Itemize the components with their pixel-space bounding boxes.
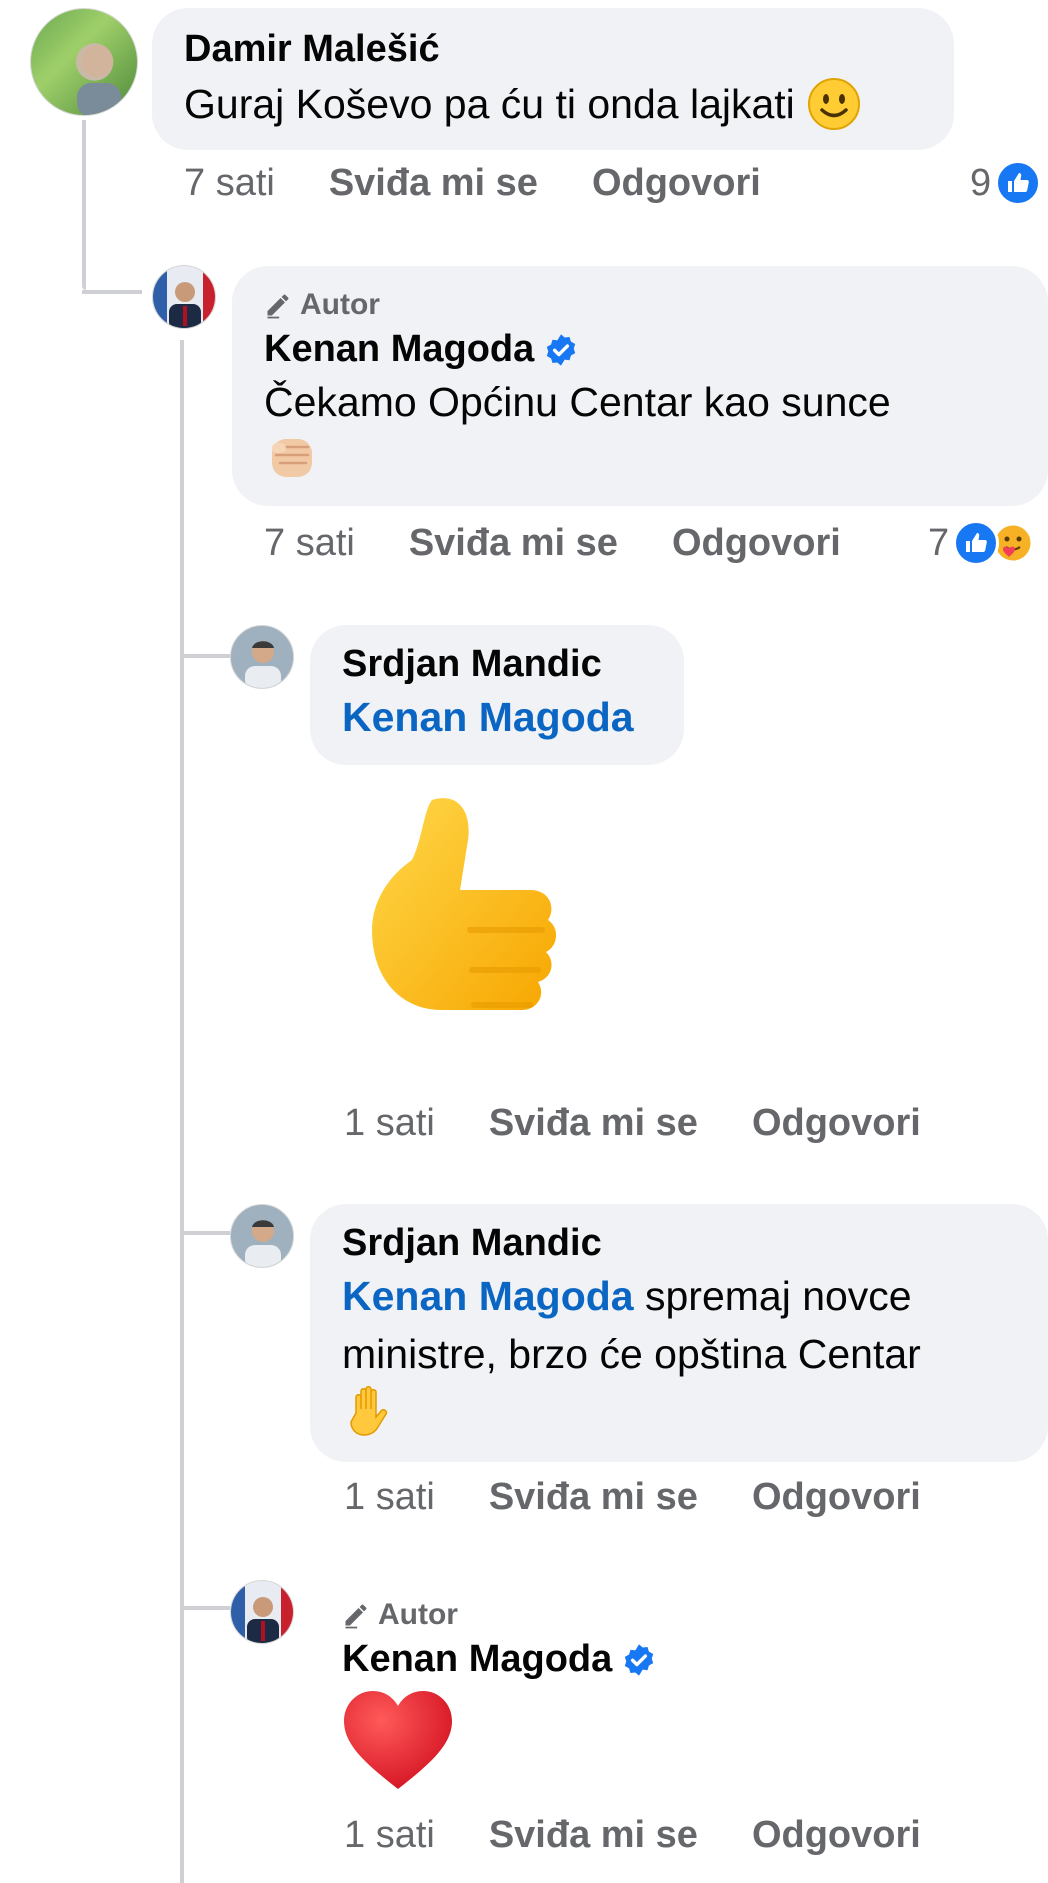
comment-text: Kenan Magoda spremaj novce ministre, brz… bbox=[342, 1273, 921, 1377]
avatar-photo bbox=[231, 1205, 293, 1267]
avatar[interactable] bbox=[152, 265, 216, 329]
like-reaction-icon bbox=[995, 160, 1042, 206]
comment-time[interactable]: 7 sati bbox=[184, 162, 275, 205]
reply-button[interactable]: Odgovori bbox=[592, 162, 761, 205]
avatar-photo bbox=[231, 1581, 293, 1643]
comment-time[interactable]: 1 sati bbox=[344, 1814, 435, 1857]
reply-button[interactable]: Odgovori bbox=[752, 1102, 921, 1145]
comment-bubble: Srdjan Mandic Kenan Magoda bbox=[310, 625, 684, 765]
comment-author[interactable]: Kenan Magoda bbox=[264, 328, 1016, 371]
avatar-photo bbox=[231, 626, 293, 688]
thumbs-up-sticker bbox=[372, 798, 557, 1010]
comment-author[interactable]: Srdjan Mandic bbox=[342, 1222, 1016, 1265]
red-heart-emoji bbox=[344, 1691, 452, 1789]
reaction-summary[interactable]: 9 bbox=[970, 160, 1042, 206]
reaction-count: 9 bbox=[970, 161, 992, 204]
comment-actions: 7 sati Sviđa mi se Odgovori bbox=[264, 522, 895, 565]
avatar-photo bbox=[153, 266, 215, 328]
avatar[interactable] bbox=[230, 625, 294, 689]
thread-line bbox=[82, 120, 86, 290]
mention-link[interactable]: Kenan Magoda bbox=[342, 1273, 634, 1319]
mention-link[interactable]: Kenan Magoda bbox=[342, 688, 652, 746]
comment-author[interactable]: Damir Malešić bbox=[184, 28, 922, 71]
pencil-icon bbox=[267, 294, 289, 319]
comment-author[interactable]: Kenan Magoda bbox=[342, 1638, 656, 1681]
reply-button[interactable]: Odgovori bbox=[752, 1476, 921, 1519]
slightly-smiling-face-emoji bbox=[807, 78, 860, 130]
raised-hand-emoji bbox=[350, 1386, 388, 1436]
like-button[interactable]: Sviđa mi se bbox=[329, 162, 538, 205]
comment-actions: 7 sati Sviđa mi se Odgovori bbox=[184, 162, 815, 205]
like-button[interactable]: Sviđa mi se bbox=[489, 1102, 698, 1145]
like-button[interactable]: Sviđa mi se bbox=[489, 1814, 698, 1857]
thread-line bbox=[180, 1231, 230, 1235]
author-tag: Autor bbox=[264, 288, 1016, 322]
comment-text: Čekamo Općinu Centar kao sunce bbox=[264, 379, 891, 425]
like-button[interactable]: Sviđa mi se bbox=[409, 522, 618, 565]
thread-line bbox=[180, 1606, 230, 1610]
avatar[interactable] bbox=[230, 1204, 294, 1268]
comment-time[interactable]: 1 sati bbox=[344, 1476, 435, 1519]
comment-body: Autor Kenan Magoda bbox=[342, 1598, 656, 1798]
thread-line bbox=[180, 340, 184, 1883]
comment-bubble: Damir Malešić Guraj Koševo pa ću ti onda… bbox=[152, 8, 954, 150]
reaction-summary[interactable]: 7 bbox=[928, 520, 1035, 566]
like-button[interactable]: Sviđa mi se bbox=[489, 1476, 698, 1519]
reply-button[interactable]: Odgovori bbox=[752, 1814, 921, 1857]
reaction-count: 7 bbox=[928, 521, 950, 564]
comment-bubble: Autor Kenan Magoda Čekamo Općinu Centar … bbox=[232, 266, 1048, 506]
avatar[interactable] bbox=[230, 1580, 294, 1644]
comment-text: Guraj Koševo pa ću ti onda lajkati bbox=[184, 75, 922, 133]
comment-actions: 1 sati Sviđa mi se Odgovori bbox=[344, 1476, 975, 1519]
verified-badge-icon bbox=[625, 1643, 654, 1676]
verified-badge-icon bbox=[547, 333, 576, 366]
comment-author[interactable]: Srdjan Mandic bbox=[342, 643, 652, 686]
comment-actions: 1 sati Sviđa mi se Odgovori bbox=[344, 1102, 975, 1145]
fist-emoji bbox=[272, 439, 312, 477]
comment-time[interactable]: 1 sati bbox=[344, 1102, 435, 1145]
comment-bubble: Srdjan Mandic Kenan Magoda spremaj novce… bbox=[310, 1204, 1048, 1462]
author-tag: Autor bbox=[342, 1598, 656, 1632]
avatar-photo bbox=[77, 45, 121, 115]
comment-actions: 1 sati Sviđa mi se Odgovori bbox=[344, 1814, 975, 1857]
reply-button[interactable]: Odgovori bbox=[672, 522, 841, 565]
thread-line bbox=[82, 290, 142, 294]
thread-line bbox=[180, 654, 230, 658]
like-reaction-icon bbox=[953, 520, 1000, 566]
comment-time[interactable]: 7 sati bbox=[264, 522, 355, 565]
avatar[interactable] bbox=[30, 8, 138, 116]
pencil-icon bbox=[345, 1604, 367, 1629]
